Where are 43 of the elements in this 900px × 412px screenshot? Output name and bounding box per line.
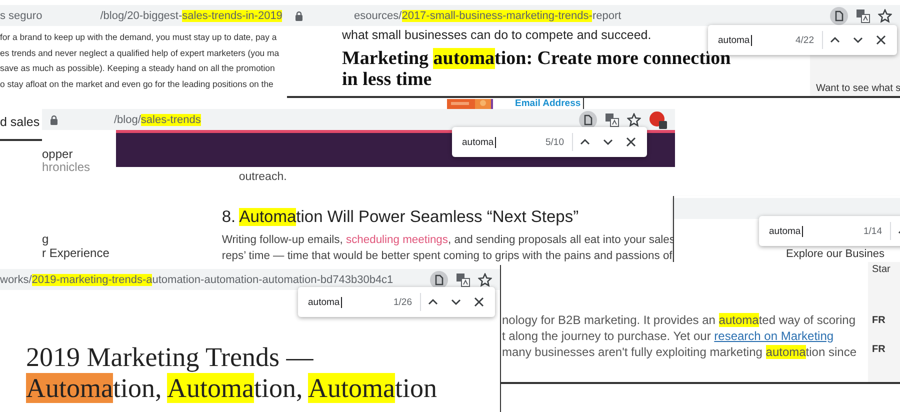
search-field[interactable]: automa bbox=[718, 33, 788, 47]
paragraph: outreach. bbox=[238, 171, 288, 183]
paragraph: nology for B2B marketing. It provides an automated way of scoring t along the journey to purchase. Yet our research on Marketing many businesses aren't fully exploiting marketing automation since bbox=[502, 312, 858, 361]
page-icon[interactable] bbox=[579, 110, 597, 128]
paragraph: for a brand to keep up with the demand, you must stay up to date, pay a es trends and never neglect a qualified help of expert marketers (you ma save as much as possible). Keeping a steady hand on all the promotion o stay afloat on the market and even go for the leading positions on the bbox=[0, 31, 280, 91]
side-text: FR bbox=[872, 315, 886, 326]
match-count: 4/22 bbox=[794, 34, 815, 46]
star-icon[interactable] bbox=[878, 8, 892, 22]
side-text: FR bbox=[872, 344, 886, 355]
sidebar-item[interactable]: opper bbox=[42, 148, 116, 161]
extension-icon[interactable] bbox=[649, 110, 667, 128]
heading-text: Explore our Busines bbox=[786, 248, 884, 260]
security-label: s seguro bbox=[0, 10, 42, 22]
search-field[interactable]: automa bbox=[308, 295, 386, 309]
close-icon[interactable] bbox=[473, 296, 485, 308]
translate-icon[interactable] bbox=[456, 272, 470, 286]
search-field[interactable]: automa bbox=[769, 224, 856, 238]
match-count: 1/14 bbox=[862, 226, 883, 236]
close-icon[interactable] bbox=[625, 136, 637, 148]
sidebar-item[interactable]: g bbox=[42, 232, 116, 247]
search-field[interactable]: automa bbox=[462, 135, 538, 149]
lock-icon bbox=[50, 114, 58, 124]
url-field[interactable]: /blog/20-biggest-sales-trends-in-2019 bbox=[54, 10, 282, 22]
translate-icon[interactable] bbox=[605, 112, 619, 126]
lock-icon bbox=[295, 10, 303, 20]
article-title: 2019 Marketing Trends — Automation, Automation, Automation bbox=[26, 342, 438, 404]
page-icon[interactable] bbox=[830, 6, 848, 24]
url-field[interactable]: esources/2017-small-business-marketing-trends-report bbox=[309, 10, 824, 22]
sidebar-item[interactable]: r Experience bbox=[42, 247, 116, 260]
match-count: 5/10 bbox=[544, 136, 565, 148]
star-icon[interactable] bbox=[627, 112, 641, 126]
star-icon[interactable] bbox=[478, 272, 492, 286]
match-count: 1/26 bbox=[392, 296, 413, 308]
url-field[interactable]: /blog/sales-trends bbox=[64, 114, 573, 126]
side-text: Star bbox=[872, 264, 892, 275]
side-text: Want to see what s bbox=[816, 83, 900, 94]
link[interactable]: scheduling meetings bbox=[346, 234, 448, 246]
link[interactable]: research on Marketing bbox=[714, 329, 834, 343]
translate-icon[interactable] bbox=[856, 8, 870, 22]
page-icon[interactable] bbox=[430, 270, 448, 288]
paragraph: what small businesses can do to compete and succeed. bbox=[342, 28, 652, 42]
sidebar-item[interactable]: hronicles bbox=[42, 161, 116, 174]
close-icon[interactable] bbox=[875, 34, 887, 46]
